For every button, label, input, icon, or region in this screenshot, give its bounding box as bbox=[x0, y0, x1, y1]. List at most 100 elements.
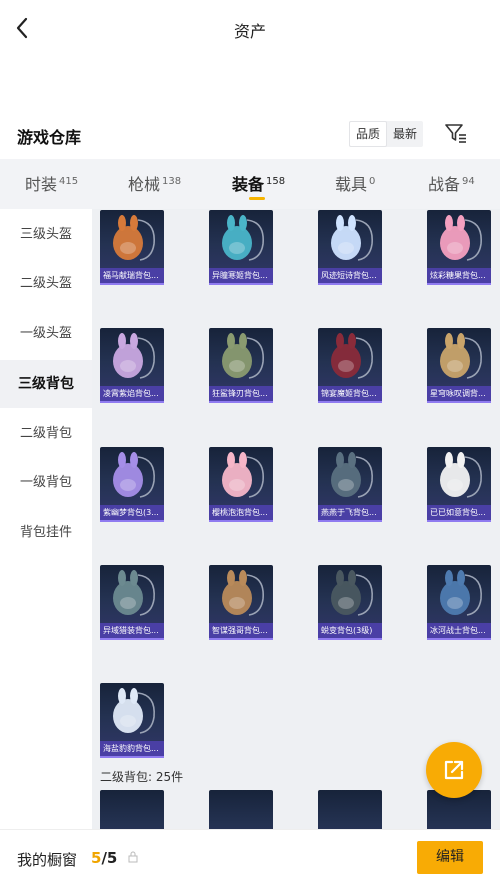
tab-supplies[interactable]: 战备 94 bbox=[428, 171, 475, 195]
item-name: 凌霄紫焰背包... bbox=[100, 386, 164, 401]
orb-backpack-icon bbox=[100, 447, 164, 505]
item-card[interactable]: 蜕变背包(3级) bbox=[318, 565, 382, 640]
sort-latest[interactable]: 最新 bbox=[387, 121, 423, 147]
share-icon bbox=[444, 760, 464, 780]
sidebar-item-level3-backpack[interactable]: 三级背包 bbox=[0, 360, 92, 408]
sphere-backpack-icon bbox=[100, 328, 164, 386]
sidebar-item-level2-helmet[interactable]: 二级头盔 bbox=[0, 260, 92, 308]
sidebar-item-backpack-charm[interactable]: 背包挂件 bbox=[0, 509, 92, 557]
backpack-icon bbox=[209, 790, 273, 829]
item-name: 福马献瑞背包... bbox=[100, 268, 164, 283]
tab-vehicles[interactable]: 载具 0 bbox=[335, 171, 375, 195]
item-card[interactable]: 锦宴魔姬背包... bbox=[318, 328, 382, 403]
item-name: 冰河战士背包... bbox=[427, 623, 491, 638]
item-card[interactable]: 智谋强哥背包... bbox=[209, 565, 273, 640]
leopard-backpack-icon bbox=[100, 683, 164, 741]
backpack-icon bbox=[100, 790, 164, 829]
item-name: 异域猎装背包... bbox=[100, 623, 164, 638]
tab-guns[interactable]: 枪械 138 bbox=[128, 171, 181, 195]
sidebar-item-level1-backpack[interactable]: 一级背包 bbox=[0, 459, 92, 507]
tab-equipment[interactable]: 装备 158 bbox=[232, 171, 285, 195]
hunter-backpack-icon bbox=[100, 565, 164, 623]
rarity-bar bbox=[427, 520, 491, 522]
rarity-bar bbox=[318, 520, 382, 522]
item-card[interactable]: 风迹短诗背包... bbox=[318, 210, 382, 285]
item-card[interactable]: 冰河战士背包... bbox=[427, 565, 491, 640]
edit-button[interactable]: 编辑 bbox=[417, 841, 483, 874]
item-card[interactable]: 星穹咏叹调背... bbox=[427, 328, 491, 403]
item-card-partial[interactable] bbox=[209, 790, 273, 829]
bear-backpack-icon bbox=[209, 565, 273, 623]
showcase-footer: 我的橱窗 5/5 编辑 bbox=[0, 829, 500, 885]
sidebar: 三级头盔 二级头盔 一级头盔 三级背包 二级背包 一级背包 背包挂件 bbox=[0, 209, 92, 829]
fox-backpack-icon bbox=[100, 210, 164, 268]
item-card-partial[interactable] bbox=[318, 790, 382, 829]
item-name: 狂鲨锋刃背包... bbox=[209, 386, 273, 401]
shark-backpack-icon bbox=[209, 328, 273, 386]
lock-icon bbox=[128, 851, 138, 863]
item-name: 锦宴魔姬背包... bbox=[318, 386, 382, 401]
item-card[interactable]: 福马献瑞背包... bbox=[100, 210, 164, 285]
tab-fashion[interactable]: 时装 415 bbox=[25, 171, 78, 195]
item-name: 异瞳寒姬背包... bbox=[209, 268, 273, 283]
rarity-bar bbox=[318, 638, 382, 640]
item-card-partial[interactable] bbox=[100, 790, 164, 829]
pig-backpack-icon bbox=[427, 447, 491, 505]
showcase-count: 5/5 bbox=[91, 849, 118, 867]
sort-toggle: 品质 最新 bbox=[349, 121, 424, 147]
sidebar-item-level2-backpack[interactable]: 二级背包 bbox=[0, 410, 92, 458]
cat-backpack-icon bbox=[318, 210, 382, 268]
rabbit-backpack-icon bbox=[209, 210, 273, 268]
item-card[interactable]: 燕燕于飞背包... bbox=[318, 447, 382, 522]
filter-icon bbox=[445, 124, 466, 143]
item-card[interactable]: 樱桃泡泡背包... bbox=[209, 447, 273, 522]
category-tabs: 时装 415 枪械 138 装备 158 载具 0 战备 94 bbox=[0, 159, 500, 209]
rarity-bar bbox=[100, 638, 164, 640]
item-card[interactable]: 海盐豹豹背包... bbox=[100, 683, 164, 758]
item-card[interactable]: 异瞳寒姬背包... bbox=[209, 210, 273, 285]
backpack-icon bbox=[318, 790, 382, 829]
item-name: 蜕变背包(3级) bbox=[318, 623, 382, 638]
rarity-bar bbox=[209, 283, 273, 285]
top-bar: 资产 bbox=[0, 0, 500, 58]
group-label: 二级背包: 25件 bbox=[100, 770, 184, 784]
item-grid: 福马献瑞背包... 异瞳寒姬背包... 风迹短诗背包... 炫彩糖果背包... 凌霄紫焰… bbox=[92, 209, 500, 829]
item-name: 燕燕于飞背包... bbox=[318, 505, 382, 520]
item-name: 已已如意背包... bbox=[427, 505, 491, 520]
showcase-label: 我的橱窗 bbox=[17, 851, 78, 869]
sort-quality[interactable]: 品质 bbox=[349, 121, 388, 147]
rarity-bar bbox=[100, 756, 164, 758]
share-button[interactable] bbox=[426, 742, 482, 798]
sidebar-item-level1-helmet[interactable]: 一级头盔 bbox=[0, 310, 92, 358]
item-card[interactable]: 凌霄紫焰背包... bbox=[100, 328, 164, 403]
filter-button[interactable] bbox=[444, 122, 468, 144]
rarity-bar bbox=[318, 401, 382, 403]
section-title: 游戏仓库 bbox=[17, 128, 82, 147]
rarity-bar bbox=[100, 283, 164, 285]
rarity-bar bbox=[427, 401, 491, 403]
rarity-bar bbox=[427, 283, 491, 285]
rarity-bar bbox=[100, 520, 164, 522]
item-name: 海盐豹豹背包... bbox=[100, 741, 164, 756]
rarity-bar bbox=[209, 638, 273, 640]
item-card[interactable]: 狂鲨锋刃背包... bbox=[209, 328, 273, 403]
item-card[interactable]: 已已如意背包... bbox=[427, 447, 491, 522]
rarity-bar bbox=[318, 283, 382, 285]
rarity-bar bbox=[100, 401, 164, 403]
rarity-bar bbox=[427, 638, 491, 640]
item-name: 紫幽梦背包(3... bbox=[100, 505, 164, 520]
page-title: 资产 bbox=[233, 22, 266, 41]
candy-backpack-icon bbox=[427, 210, 491, 268]
item-name: 樱桃泡泡背包... bbox=[209, 505, 273, 520]
item-card[interactable]: 紫幽梦背包(3... bbox=[100, 447, 164, 522]
sidebar-item-level3-helmet[interactable]: 三级头盔 bbox=[0, 211, 92, 259]
tactical-backpack-icon bbox=[318, 565, 382, 623]
item-name: 星穹咏叹调背... bbox=[427, 386, 491, 401]
armor-backpack-icon bbox=[427, 565, 491, 623]
item-name: 炫彩糖果背包... bbox=[427, 268, 491, 283]
item-card[interactable]: 炫彩糖果背包... bbox=[427, 210, 491, 285]
item-card[interactable]: 异域猎装背包... bbox=[100, 565, 164, 640]
mask-backpack-icon bbox=[318, 447, 382, 505]
rarity-bar bbox=[209, 401, 273, 403]
bat-backpack-icon bbox=[318, 328, 382, 386]
